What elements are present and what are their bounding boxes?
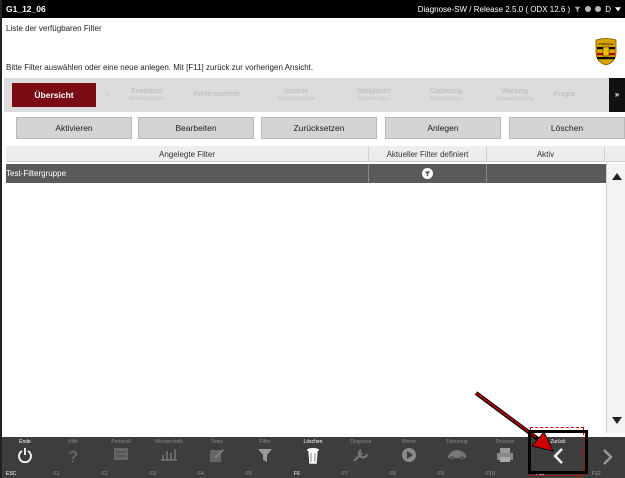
annotation-highlight-box bbox=[528, 430, 588, 474]
app-window: G1_12_06 Diagnose-SW / Release 2.5.0 ( O… bbox=[0, 0, 625, 478]
annotation-arrow-icon bbox=[474, 391, 554, 452]
